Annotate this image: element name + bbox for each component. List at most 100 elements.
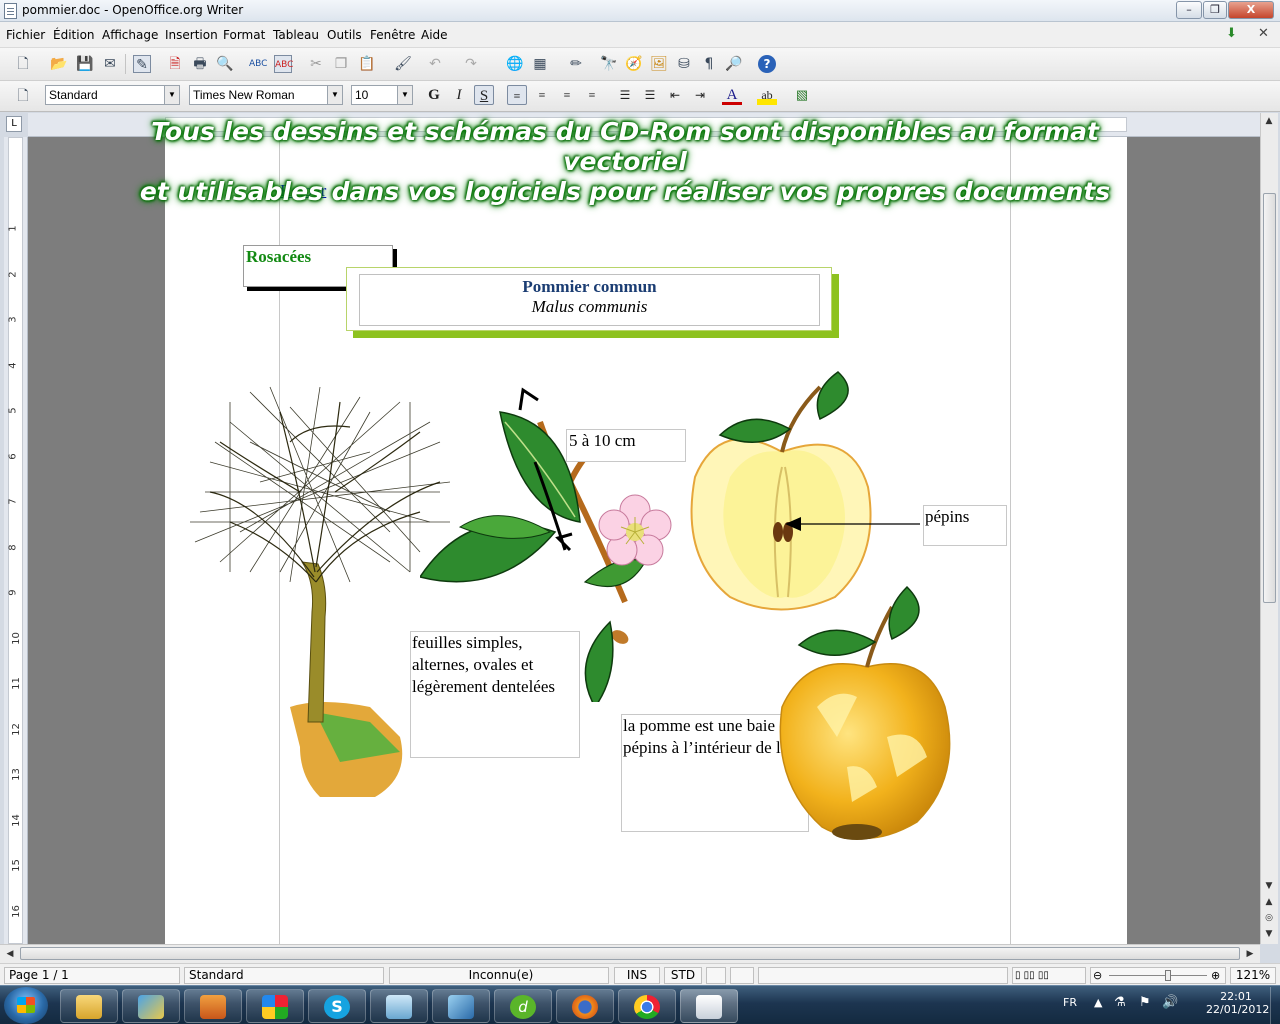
menu-edition[interactable]: Édition [53, 28, 95, 42]
font-color-button[interactable]: A [722, 85, 742, 105]
scroll-left-icon[interactable]: ◀ [2, 946, 18, 962]
bullets-button[interactable]: ☰ [640, 85, 660, 105]
styles-formatting-icon[interactable]: 🗋 [14, 87, 32, 105]
language-indicator-tray[interactable]: FR [1063, 996, 1077, 1009]
page-style[interactable]: Standard [184, 967, 384, 984]
page-indicator[interactable]: Page 1 / 1 [4, 967, 180, 984]
menu-fenetre[interactable]: Fenêtre [370, 28, 415, 42]
zoom-percent[interactable]: 121% [1230, 967, 1276, 984]
clone-format-icon[interactable]: 🖌 [394, 55, 412, 73]
decrease-indent-button[interactable]: ⇤ [665, 85, 685, 105]
show-desktop-button[interactable] [1270, 987, 1280, 1024]
taskbar-app[interactable] [246, 989, 304, 1023]
taskbar-media-player[interactable] [184, 989, 242, 1023]
update-icon[interactable]: ⬇ [1226, 26, 1240, 41]
navigator-icon[interactable]: 🧭 [625, 55, 643, 73]
zoom-in-icon[interactable]: ⊕ [1211, 968, 1220, 983]
close-button[interactable]: X [1228, 1, 1274, 19]
menu-format[interactable]: Format [223, 28, 265, 42]
scroll-down-icon[interactable]: ▼ [1261, 878, 1277, 894]
document-page[interactable]: Retour Rosacées Pommier commun Malus com… [165, 137, 1127, 944]
email-icon[interactable]: ✉ [101, 55, 119, 73]
maximize-button[interactable]: ❐ [1203, 1, 1227, 19]
zoom-slider[interactable]: ⊖ ⊕ [1090, 967, 1226, 984]
find-replace-icon[interactable]: 🔭 [600, 55, 618, 73]
redo-icon[interactable]: ↷ [462, 55, 480, 73]
navigation-icon[interactable]: ◎ [1261, 910, 1277, 926]
show-hidden-icons[interactable]: ▲ [1094, 996, 1102, 1009]
background-color-button[interactable]: ▧ [792, 85, 812, 105]
taskbar-openoffice[interactable] [680, 989, 738, 1023]
scroll-up-icon[interactable]: ▲ [1261, 113, 1277, 129]
italic-button[interactable]: I [449, 85, 469, 105]
paste-icon[interactable]: 📋 [358, 55, 376, 73]
taskbar-feather[interactable] [432, 989, 490, 1023]
bold-button[interactable]: G [424, 85, 444, 105]
action-center-icon[interactable]: ⚑ [1139, 995, 1151, 1010]
font-size-select[interactable]: 10 ▼ [351, 85, 413, 105]
zoom-icon[interactable]: 🔎 [725, 55, 743, 73]
justify-button[interactable]: ≡ [582, 85, 602, 105]
gallery-icon[interactable]: 🖼 [650, 55, 668, 73]
export-pdf-icon[interactable]: 🗎 [166, 55, 184, 73]
scroll-right-icon[interactable]: ▶ [1242, 946, 1258, 962]
scroll-thumb[interactable] [20, 947, 1240, 960]
new-document-icon[interactable]: 🗋 [14, 55, 32, 73]
tab-stop-selector[interactable]: L [6, 116, 22, 132]
minimize-button[interactable]: – [1176, 1, 1202, 19]
taskbar-skype[interactable]: S [308, 989, 366, 1023]
selection-mode[interactable]: STD [664, 967, 702, 984]
table-icon[interactable]: ▦ [531, 55, 549, 73]
auto-spellcheck-icon[interactable]: ABC [274, 55, 293, 73]
view-layout-buttons[interactable]: ▯ ▯▯ ▯▯ [1012, 967, 1086, 984]
copy-icon[interactable]: ❐ [332, 55, 350, 73]
vertical-ruler[interactable]: 1 2 3 4 5 6 7 8 9 10 11 12 13 14 15 16 [4, 137, 28, 944]
align-left-button[interactable]: ≡ [507, 85, 527, 105]
taskbar-explorer[interactable] [60, 989, 118, 1023]
horizontal-scrollbar[interactable]: ◀ ▶ [0, 944, 1260, 963]
hyperlink-icon[interactable]: 🌐 [506, 55, 524, 73]
undo-icon[interactable]: ↶ [426, 55, 444, 73]
underline-button[interactable]: S [474, 85, 494, 105]
vertical-scrollbar[interactable]: ▲ ▼ ▲ ◎ ▼ [1260, 113, 1278, 944]
language-indicator[interactable]: Inconnu(e) [389, 967, 609, 984]
menu-tableau[interactable]: Tableau [273, 28, 319, 42]
edit-mode-icon[interactable]: ✎ [133, 55, 151, 73]
highlight-button[interactable]: ab [757, 85, 777, 105]
clock[interactable]: 22:01 22/01/2012 [1206, 990, 1269, 1016]
save-icon[interactable]: 💾 [76, 55, 94, 73]
network-icon[interactable]: ⚗ [1114, 995, 1126, 1010]
align-center-button[interactable]: ≡ [532, 85, 552, 105]
zoom-out-icon[interactable]: ⊖ [1093, 968, 1102, 983]
menu-affichage[interactable]: Affichage [102, 28, 158, 42]
insert-mode[interactable]: INS [614, 967, 660, 984]
taskbar-firefox[interactable] [556, 989, 614, 1023]
volume-icon[interactable]: 🔊 [1162, 995, 1178, 1010]
whole-apple-illustration[interactable] [777, 567, 952, 847]
increase-indent-button[interactable]: ⇥ [690, 85, 710, 105]
data-sources-icon[interactable]: ⛁ [675, 55, 693, 73]
menu-fichier[interactable]: Fichier [6, 28, 45, 42]
zoom-thumb[interactable] [1164, 970, 1171, 981]
menu-insertion[interactable]: Insertion [165, 28, 218, 42]
menu-outils[interactable]: Outils [327, 28, 362, 42]
open-icon[interactable]: 📂 [50, 55, 68, 73]
help-icon[interactable]: ? [758, 55, 776, 73]
taskbar-paint[interactable] [122, 989, 180, 1023]
previous-page-icon[interactable]: ▲ [1261, 894, 1277, 910]
numbering-button[interactable]: ☰ [615, 85, 635, 105]
spellcheck-icon[interactable]: ABC [249, 55, 267, 73]
close-document-icon[interactable]: ✕ [1258, 26, 1269, 41]
taskbar-dreamweaver[interactable]: d [494, 989, 552, 1023]
align-right-button[interactable]: ≡ [557, 85, 577, 105]
taskbar-chrome[interactable] [618, 989, 676, 1023]
menu-aide[interactable]: Aide [421, 28, 448, 42]
scroll-thumb[interactable] [1263, 193, 1276, 603]
font-name-select[interactable]: Times New Roman ▼ [189, 85, 343, 105]
next-page-icon[interactable]: ▼ [1261, 926, 1277, 942]
print-preview-icon[interactable]: 🔍 [216, 55, 234, 73]
cut-icon[interactable]: ✂ [307, 55, 325, 73]
print-icon[interactable]: 🖶 [191, 55, 209, 73]
draw-functions-icon[interactable]: ✏ [567, 55, 585, 73]
paragraph-style-select[interactable]: Standard ▼ [45, 85, 180, 105]
